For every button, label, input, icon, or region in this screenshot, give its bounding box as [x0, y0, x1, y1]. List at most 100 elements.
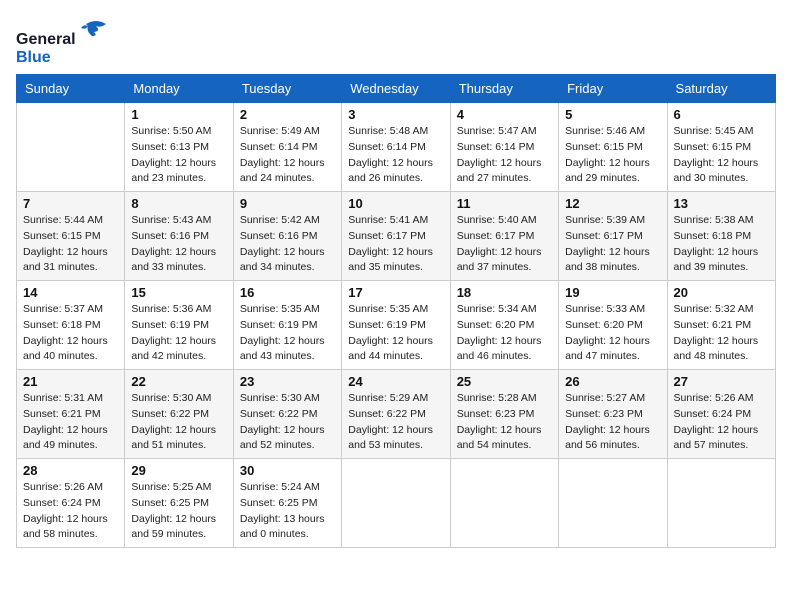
weekday-header-row: SundayMondayTuesdayWednesdayThursdayFrid… [17, 75, 776, 103]
day-info: Sunrise: 5:35 AMSunset: 6:19 PMDaylight:… [348, 302, 443, 365]
day-cell: 8 Sunrise: 5:43 AMSunset: 6:16 PMDaylight… [125, 192, 233, 281]
day-number: 9 [240, 196, 335, 211]
day-info: Sunrise: 5:43 AMSunset: 6:16 PMDaylight:… [131, 213, 226, 276]
day-info: Sunrise: 5:44 AMSunset: 6:15 PMDaylight:… [23, 213, 118, 276]
day-info: Sunrise: 5:38 AMSunset: 6:18 PMDaylight:… [674, 213, 769, 276]
day-cell [559, 459, 667, 548]
day-info: Sunrise: 5:24 AMSunset: 6:25 PMDaylight:… [240, 480, 335, 543]
day-number: 3 [348, 107, 443, 122]
day-number: 8 [131, 196, 226, 211]
day-info: Sunrise: 5:26 AMSunset: 6:24 PMDaylight:… [23, 480, 118, 543]
day-cell: 28Sunrise: 5:26 AMSunset: 6:24 PMDayligh… [17, 459, 125, 548]
svg-text:General: General [16, 31, 76, 48]
weekday-header-thursday: Thursday [450, 75, 558, 103]
logo-svg: General Blue [16, 16, 126, 66]
day-cell: 11Sunrise: 5:40 AMSunset: 6:17 PMDayligh… [450, 192, 558, 281]
day-cell: 20 Sunrise: 5:32 AMSunset: 6:21 PMDayligh… [667, 281, 775, 370]
day-cell: 23Sunrise: 5:30 AMSunset: 6:22 PMDayligh… [233, 370, 341, 459]
svg-text:Blue: Blue [16, 49, 51, 66]
day-cell: 4Sunrise: 5:47 AMSunset: 6:14 PMDaylight… [450, 103, 558, 192]
day-cell: 19 Sunrise: 5:33 AMSunset: 6:20 PMDayligh… [559, 281, 667, 370]
day-cell: 27 Sunrise: 5:26 AMSunset: 6:24 PMDayligh… [667, 370, 775, 459]
logo: General Blue [16, 16, 126, 66]
day-info: Sunrise: 5:32 AMSunset: 6:21 PMDaylight:… [674, 302, 769, 365]
day-number: 20 [674, 285, 769, 300]
day-cell: 15Sunrise: 5:36 AMSunset: 6:19 PMDayligh… [125, 281, 233, 370]
day-info: Sunrise: 5:49 AMSunset: 6:14 PMDaylight:… [240, 124, 335, 187]
day-cell: 17 Sunrise: 5:35 AMSunset: 6:19 PMDayligh… [342, 281, 450, 370]
day-info: Sunrise: 5:30 AMSunset: 6:22 PMDaylight:… [131, 391, 226, 454]
day-info: Sunrise: 5:28 AMSunset: 6:23 PMDaylight:… [457, 391, 552, 454]
day-cell: 24 Sunrise: 5:29 AMSunset: 6:22 PMDayligh… [342, 370, 450, 459]
day-number: 7 [23, 196, 118, 211]
day-number: 22 [131, 374, 226, 389]
day-number: 18 [457, 285, 552, 300]
weekday-header-wednesday: Wednesday [342, 75, 450, 103]
day-cell: 13 Sunrise: 5:38 AMSunset: 6:18 PMDayligh… [667, 192, 775, 281]
day-info: Sunrise: 5:26 AMSunset: 6:24 PMDaylight:… [674, 391, 769, 454]
day-number: 1 [131, 107, 226, 122]
day-info: Sunrise: 5:31 AMSunset: 6:21 PMDaylight:… [23, 391, 118, 454]
week-row-5: 28Sunrise: 5:26 AMSunset: 6:24 PMDayligh… [17, 459, 776, 548]
day-number: 19 [565, 285, 660, 300]
day-number: 17 [348, 285, 443, 300]
weekday-header-friday: Friday [559, 75, 667, 103]
day-number: 6 [674, 107, 769, 122]
day-number: 14 [23, 285, 118, 300]
day-number: 10 [348, 196, 443, 211]
day-cell: 14 Sunrise: 5:37 AMSunset: 6:18 PMDayligh… [17, 281, 125, 370]
day-info: Sunrise: 5:29 AMSunset: 6:22 PMDaylight:… [348, 391, 443, 454]
day-info: Sunrise: 5:34 AMSunset: 6:20 PMDaylight:… [457, 302, 552, 365]
day-cell: 25 Sunrise: 5:28 AMSunset: 6:23 PMDayligh… [450, 370, 558, 459]
day-cell: 21Sunrise: 5:31 AMSunset: 6:21 PMDayligh… [17, 370, 125, 459]
day-number: 27 [674, 374, 769, 389]
day-cell: 9 Sunrise: 5:42 AMSunset: 6:16 PMDaylight… [233, 192, 341, 281]
day-cell: 12 Sunrise: 5:39 AMSunset: 6:17 PMDayligh… [559, 192, 667, 281]
day-number: 30 [240, 463, 335, 478]
day-info: Sunrise: 5:33 AMSunset: 6:20 PMDaylight:… [565, 302, 660, 365]
day-info: Sunrise: 5:50 AMSunset: 6:13 PMDaylight:… [131, 124, 226, 187]
day-info: Sunrise: 5:41 AMSunset: 6:17 PMDaylight:… [348, 213, 443, 276]
day-number: 2 [240, 107, 335, 122]
day-cell: 22 Sunrise: 5:30 AMSunset: 6:22 PMDayligh… [125, 370, 233, 459]
week-row-4: 21Sunrise: 5:31 AMSunset: 6:21 PMDayligh… [17, 370, 776, 459]
day-number: 4 [457, 107, 552, 122]
day-info: Sunrise: 5:30 AMSunset: 6:22 PMDaylight:… [240, 391, 335, 454]
day-number: 5 [565, 107, 660, 122]
day-cell: 29Sunrise: 5:25 AMSunset: 6:25 PMDayligh… [125, 459, 233, 548]
day-number: 13 [674, 196, 769, 211]
day-info: Sunrise: 5:45 AMSunset: 6:15 PMDaylight:… [674, 124, 769, 187]
day-info: Sunrise: 5:37 AMSunset: 6:18 PMDaylight:… [23, 302, 118, 365]
day-number: 16 [240, 285, 335, 300]
day-info: Sunrise: 5:25 AMSunset: 6:25 PMDaylight:… [131, 480, 226, 543]
day-cell [17, 103, 125, 192]
day-cell: 18 Sunrise: 5:34 AMSunset: 6:20 PMDayligh… [450, 281, 558, 370]
day-info: Sunrise: 5:40 AMSunset: 6:17 PMDaylight:… [457, 213, 552, 276]
day-number: 24 [348, 374, 443, 389]
day-number: 25 [457, 374, 552, 389]
day-cell [667, 459, 775, 548]
day-info: Sunrise: 5:48 AMSunset: 6:14 PMDaylight:… [348, 124, 443, 187]
week-row-3: 14 Sunrise: 5:37 AMSunset: 6:18 PMDayligh… [17, 281, 776, 370]
day-number: 12 [565, 196, 660, 211]
day-info: Sunrise: 5:39 AMSunset: 6:17 PMDaylight:… [565, 213, 660, 276]
day-cell: 16 Sunrise: 5:35 AMSunset: 6:19 PMDayligh… [233, 281, 341, 370]
day-cell [450, 459, 558, 548]
calendar-table: SundayMondayTuesdayWednesdayThursdayFrid… [16, 74, 776, 548]
day-cell: 2 Sunrise: 5:49 AMSunset: 6:14 PMDaylight… [233, 103, 341, 192]
day-number: 26 [565, 374, 660, 389]
day-cell [342, 459, 450, 548]
day-info: Sunrise: 5:27 AMSunset: 6:23 PMDaylight:… [565, 391, 660, 454]
day-cell: 1 Sunrise: 5:50 AMSunset: 6:13 PMDaylight… [125, 103, 233, 192]
day-cell: 30 Sunrise: 5:24 AMSunset: 6:25 PMDayligh… [233, 459, 341, 548]
day-cell: 26 Sunrise: 5:27 AMSunset: 6:23 PMDayligh… [559, 370, 667, 459]
day-number: 15 [131, 285, 226, 300]
header: General Blue [16, 16, 776, 66]
weekday-header-saturday: Saturday [667, 75, 775, 103]
weekday-header-tuesday: Tuesday [233, 75, 341, 103]
day-info: Sunrise: 5:42 AMSunset: 6:16 PMDaylight:… [240, 213, 335, 276]
day-info: Sunrise: 5:46 AMSunset: 6:15 PMDaylight:… [565, 124, 660, 187]
day-info: Sunrise: 5:35 AMSunset: 6:19 PMDaylight:… [240, 302, 335, 365]
day-cell: 10 Sunrise: 5:41 AMSunset: 6:17 PMDayligh… [342, 192, 450, 281]
weekday-header-sunday: Sunday [17, 75, 125, 103]
